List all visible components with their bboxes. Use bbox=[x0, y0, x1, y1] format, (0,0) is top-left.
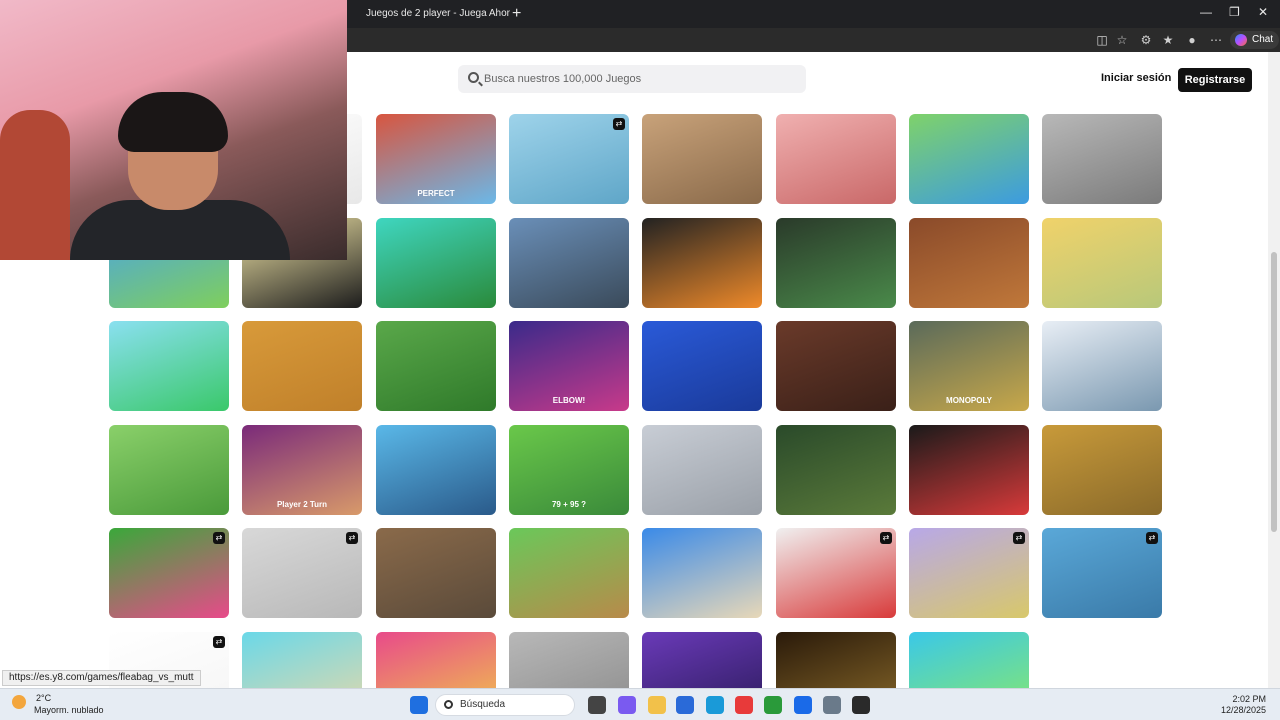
extensions-icon[interactable]: ⚙ bbox=[1138, 32, 1154, 48]
status-bar-url: https://es.y8.com/games/fleabag_vs_mutt bbox=[2, 670, 201, 686]
game-card[interactable] bbox=[1042, 321, 1162, 411]
game-card-caption: PERFECT bbox=[417, 189, 455, 198]
game-card[interactable] bbox=[776, 218, 896, 308]
game-card[interactable]: 79 + 95 ? bbox=[509, 425, 629, 515]
favorites-icon[interactable]: ★ bbox=[1160, 32, 1176, 48]
game-card[interactable]: ⇄ bbox=[909, 528, 1029, 618]
game-card[interactable] bbox=[242, 632, 362, 688]
game-card[interactable] bbox=[1042, 114, 1162, 204]
read-mode-icon[interactable]: ◫ bbox=[1094, 32, 1110, 48]
browser-tab[interactable]: Juegos de 2 player - Juega Ahora bbox=[350, 4, 510, 24]
xbox-icon[interactable] bbox=[764, 696, 782, 714]
task-view-icon[interactable] bbox=[588, 696, 606, 714]
game-card[interactable] bbox=[376, 632, 496, 688]
game-card[interactable] bbox=[776, 321, 896, 411]
search-bar[interactable] bbox=[458, 65, 806, 93]
game-card[interactable] bbox=[376, 528, 496, 618]
taskbar-search-label: Búsqueda bbox=[460, 699, 506, 710]
multiplayer-badge-icon: ⇄ bbox=[1013, 532, 1025, 544]
game-card[interactable] bbox=[509, 528, 629, 618]
scrollbar-thumb[interactable] bbox=[1271, 252, 1277, 532]
game-card-caption: MONOPOLY bbox=[946, 396, 992, 405]
login-link[interactable]: Iniciar sesión bbox=[1101, 72, 1171, 84]
game-card[interactable] bbox=[109, 425, 229, 515]
game-card[interactable] bbox=[242, 321, 362, 411]
game-card[interactable] bbox=[509, 218, 629, 308]
game-card[interactable] bbox=[776, 632, 896, 688]
game-card-caption: ELBOW! bbox=[552, 396, 586, 405]
webcam-person-side bbox=[0, 110, 70, 260]
register-button[interactable]: Registrarse bbox=[1178, 68, 1252, 92]
game-card[interactable] bbox=[909, 114, 1029, 204]
favorite-star-icon[interactable]: ☆ bbox=[1114, 32, 1130, 48]
profile-icon[interactable]: ● bbox=[1184, 32, 1200, 48]
game-card[interactable] bbox=[642, 632, 762, 688]
game-card[interactable] bbox=[376, 321, 496, 411]
store-icon[interactable] bbox=[676, 696, 694, 714]
game-card[interactable]: MONOPOLY bbox=[909, 321, 1029, 411]
game-card[interactable] bbox=[642, 321, 762, 411]
webcam-person-hair bbox=[118, 92, 228, 152]
game-card[interactable] bbox=[776, 114, 896, 204]
game-card[interactable]: ⇄ bbox=[242, 528, 362, 618]
game-card[interactable] bbox=[642, 425, 762, 515]
edge-icon[interactable] bbox=[706, 696, 724, 714]
clock-date: 12/28/2025 bbox=[1220, 705, 1266, 715]
restore-icon[interactable]: ❐ bbox=[1229, 5, 1240, 19]
weather-desc: Mayorm. nublado bbox=[34, 705, 104, 715]
game-card[interactable]: ELBOW! bbox=[509, 321, 629, 411]
webcam-overlay bbox=[0, 0, 347, 260]
multiplayer-badge-icon: ⇄ bbox=[213, 636, 225, 648]
game-card[interactable] bbox=[376, 218, 496, 308]
copilot-chat-button[interactable]: Chat bbox=[1230, 31, 1280, 49]
facebook-icon[interactable] bbox=[794, 696, 812, 714]
app-icon[interactable] bbox=[852, 696, 870, 714]
game-card[interactable]: ⇄ bbox=[109, 528, 229, 618]
taskbar: 2°C Mayorm. nublado Búsqueda 2:02 PM 12/… bbox=[0, 688, 1280, 720]
settings-gear-icon[interactable] bbox=[823, 696, 841, 714]
system-clock[interactable]: 2:02 PM 12/28/2025 bbox=[1218, 694, 1266, 716]
game-card[interactable]: ⇄ bbox=[1042, 528, 1162, 618]
game-card-caption: 79 + 95 ? bbox=[551, 500, 587, 509]
game-card-caption: Player 2 Turn bbox=[276, 500, 328, 509]
new-tab-button[interactable]: + bbox=[512, 4, 521, 24]
minimize-icon[interactable]: — bbox=[1200, 5, 1212, 19]
more-menu-icon[interactable]: ⋯ bbox=[1208, 32, 1224, 48]
search-icon bbox=[468, 72, 479, 83]
game-card[interactable] bbox=[1042, 218, 1162, 308]
copilot-icon[interactable] bbox=[618, 696, 636, 714]
game-card[interactable]: PERFECT bbox=[376, 114, 496, 204]
game-card[interactable]: Player 2 Turn bbox=[242, 425, 362, 515]
weather-temp: 2°C bbox=[36, 693, 52, 703]
game-card[interactable] bbox=[1042, 425, 1162, 515]
multiplayer-badge-icon: ⇄ bbox=[346, 532, 358, 544]
youtube-icon[interactable] bbox=[735, 696, 753, 714]
taskbar-search[interactable]: Búsqueda bbox=[435, 694, 575, 716]
multiplayer-badge-icon: ⇄ bbox=[1146, 532, 1158, 544]
game-card[interactable] bbox=[909, 425, 1029, 515]
multiplayer-badge-icon: ⇄ bbox=[880, 532, 892, 544]
taskbar-search-icon bbox=[444, 700, 453, 709]
game-card[interactable]: ⇄ bbox=[776, 528, 896, 618]
game-card[interactable] bbox=[642, 114, 762, 204]
game-card[interactable] bbox=[109, 321, 229, 411]
search-input[interactable] bbox=[484, 65, 794, 93]
clock-time: 2:02 PM bbox=[1232, 694, 1266, 704]
multiplayer-badge-icon: ⇄ bbox=[213, 532, 225, 544]
game-card[interactable] bbox=[642, 528, 762, 618]
game-card[interactable] bbox=[642, 218, 762, 308]
game-card[interactable] bbox=[909, 632, 1029, 688]
close-icon[interactable]: ✕ bbox=[1258, 5, 1268, 19]
start-icon[interactable] bbox=[410, 696, 428, 714]
game-card[interactable] bbox=[376, 425, 496, 515]
game-card[interactable]: ⇄ bbox=[509, 114, 629, 204]
page-scrollbar[interactable] bbox=[1268, 52, 1280, 688]
multiplayer-badge-icon: ⇄ bbox=[613, 118, 625, 130]
game-card[interactable] bbox=[509, 632, 629, 688]
weather-icon bbox=[12, 695, 26, 709]
game-card[interactable] bbox=[909, 218, 1029, 308]
game-card[interactable] bbox=[776, 425, 896, 515]
file-explorer-icon[interactable] bbox=[648, 696, 666, 714]
